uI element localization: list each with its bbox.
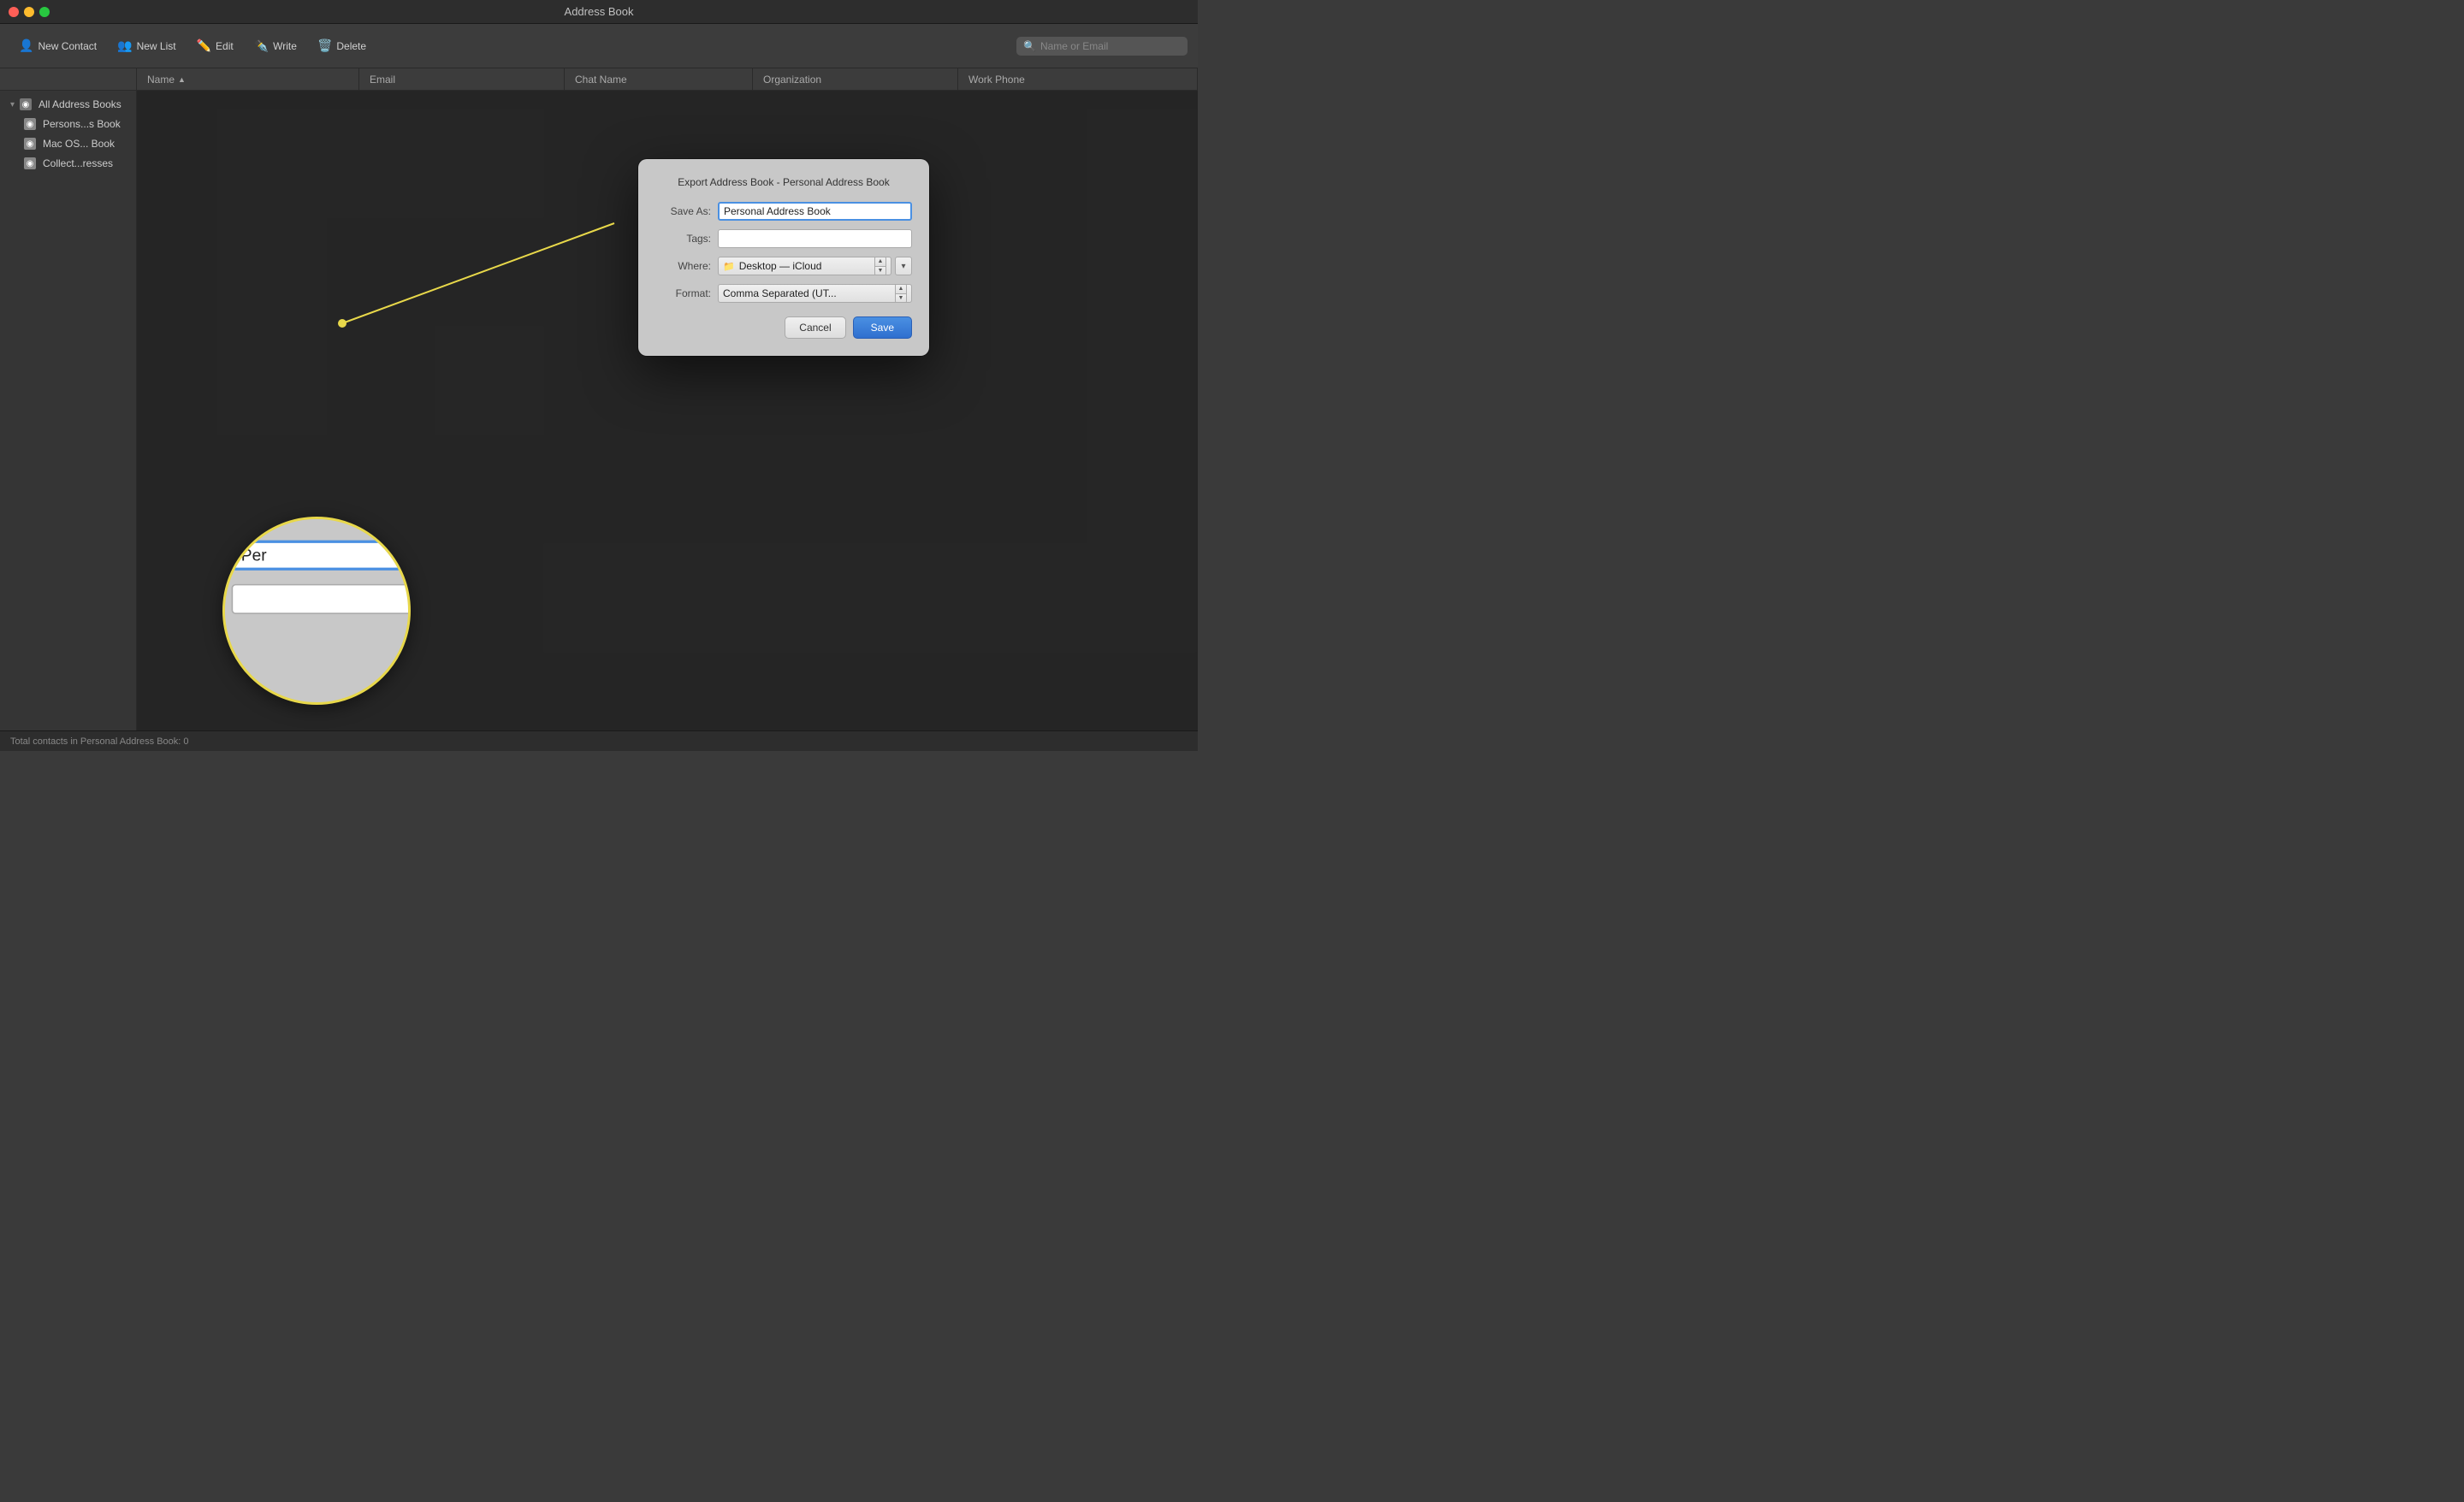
where-row: Where: 📁 Desktop — iCloud ▲ ▼ ▾ (655, 257, 912, 275)
export-dialog: Export Address Book - Personal Address B… (638, 159, 929, 356)
sort-arrow-icon: ▲ (178, 75, 186, 84)
sidebar-item-personal[interactable]: ◉ Persons...s Book (3, 115, 133, 133)
where-control: 📁 Desktop — iCloud ▲ ▼ ▾ (718, 257, 912, 275)
col-header-chat[interactable]: Chat Name (565, 68, 753, 90)
zoom-save-as-row: Save As: (222, 541, 411, 571)
edit-button[interactable]: ✏️ Edit (188, 34, 242, 57)
edit-label: Edit (216, 40, 234, 52)
tags-row: Tags: (655, 229, 912, 248)
maximize-button[interactable] (39, 7, 50, 17)
format-stepper-up-icon[interactable]: ▲ (896, 285, 906, 294)
where-select[interactable]: 📁 Desktop — iCloud ▲ ▼ (718, 257, 891, 275)
vcard-icon-macos: ◉ (24, 138, 36, 150)
zoom-circle: Export Ad Save As: Tags: (222, 517, 411, 705)
minimize-button[interactable] (24, 7, 34, 17)
write-label: Write (273, 40, 297, 52)
vcard-icon-collected: ◉ (24, 157, 36, 169)
column-headers: Name ▲ Email Chat Name Organization Work… (0, 68, 1198, 91)
format-row: Format: Comma Separated (UT... ▲ ▼ (655, 284, 912, 303)
format-stepper-down-icon[interactable]: ▼ (896, 294, 906, 303)
col-header-organization[interactable]: Organization (753, 68, 958, 90)
app-title: Address Book (565, 5, 634, 18)
status-text: Total contacts in Personal Address Book:… (10, 736, 189, 747)
cancel-button[interactable]: Cancel (785, 316, 845, 339)
where-value: Desktop — iCloud (739, 260, 822, 272)
search-icon: 🔍 (1023, 40, 1036, 52)
new-contact-label: New Contact (38, 40, 97, 52)
main-layout: ▾ ◉ All Address Books ◉ Persons...s Book… (0, 91, 1198, 730)
format-stepper[interactable]: ▲ ▼ (895, 284, 907, 303)
write-icon: ✒️ (254, 38, 269, 53)
new-list-button[interactable]: 👥 New List (109, 34, 184, 57)
col-header-email[interactable]: Email (359, 68, 565, 90)
title-bar: Address Book (0, 0, 1198, 24)
search-box: 🔍 (1016, 37, 1188, 56)
dialog-buttons: Cancel Save (655, 316, 912, 339)
sidebar: ▾ ◉ All Address Books ◉ Persons...s Book… (0, 91, 137, 730)
address-book-icon: ◉ (20, 98, 32, 110)
toolbar: 👤 New Contact 👥 New List ✏️ Edit ✒️ Writ… (0, 24, 1198, 68)
sidebar-item-all[interactable]: ▾ ◉ All Address Books (3, 95, 133, 114)
chevron-down-icon: ▾ (10, 100, 15, 109)
col-header-work-phone[interactable]: Work Phone (958, 68, 1198, 90)
dialog-title: Export Address Book - Personal Address B… (655, 176, 912, 188)
sidebar-item-collected[interactable]: ◉ Collect...resses (3, 154, 133, 173)
where-label: Where: (655, 260, 711, 272)
new-contact-button[interactable]: 👤 New Contact (10, 34, 105, 57)
write-button[interactable]: ✒️ Write (246, 34, 305, 57)
vcard-icon-personal: ◉ (24, 118, 36, 130)
format-label: Format: (655, 287, 711, 299)
where-stepper[interactable]: ▲ ▼ (874, 257, 886, 275)
save-as-input[interactable] (718, 202, 912, 221)
list-add-icon: 👥 (117, 38, 132, 53)
content-area: Export Address Book - Personal Address B… (137, 91, 1198, 730)
zoom-save-as-input[interactable] (232, 541, 411, 571)
new-list-label: New List (137, 40, 176, 52)
folder-icon: 📁 (723, 261, 735, 272)
person-add-icon: 👤 (19, 38, 33, 53)
delete-label: Delete (336, 40, 366, 52)
save-as-label: Save As: (655, 205, 711, 217)
search-input[interactable] (1040, 40, 1181, 52)
stepper-up-icon[interactable]: ▲ (875, 257, 886, 267)
trash-icon: 🗑️ (317, 38, 332, 53)
zoom-tags-row: Tags: (222, 584, 411, 614)
zoom-tags-input[interactable] (232, 584, 411, 614)
sidebar-header-spacer (0, 68, 137, 90)
sidebar-item-macos[interactable]: ◉ Mac OS... Book (3, 134, 133, 153)
close-button[interactable] (9, 7, 19, 17)
where-dropdown-button[interactable]: ▾ (895, 257, 912, 275)
col-header-name[interactable]: Name ▲ (137, 68, 359, 90)
stepper-down-icon[interactable]: ▼ (875, 267, 886, 275)
save-button[interactable]: Save (853, 316, 912, 339)
zoom-inner-content: Export Ad Save As: Tags: (222, 517, 411, 655)
window-controls (9, 7, 50, 17)
status-bar: Total contacts in Personal Address Book:… (0, 730, 1198, 751)
format-value: Comma Separated (UT... (723, 287, 837, 299)
edit-icon: ✏️ (197, 38, 211, 53)
tags-input[interactable] (718, 229, 912, 248)
delete-button[interactable]: 🗑️ Delete (309, 34, 375, 57)
save-as-row: Save As: (655, 202, 912, 221)
format-select[interactable]: Comma Separated (UT... ▲ ▼ (718, 284, 912, 303)
tags-label: Tags: (655, 233, 711, 245)
